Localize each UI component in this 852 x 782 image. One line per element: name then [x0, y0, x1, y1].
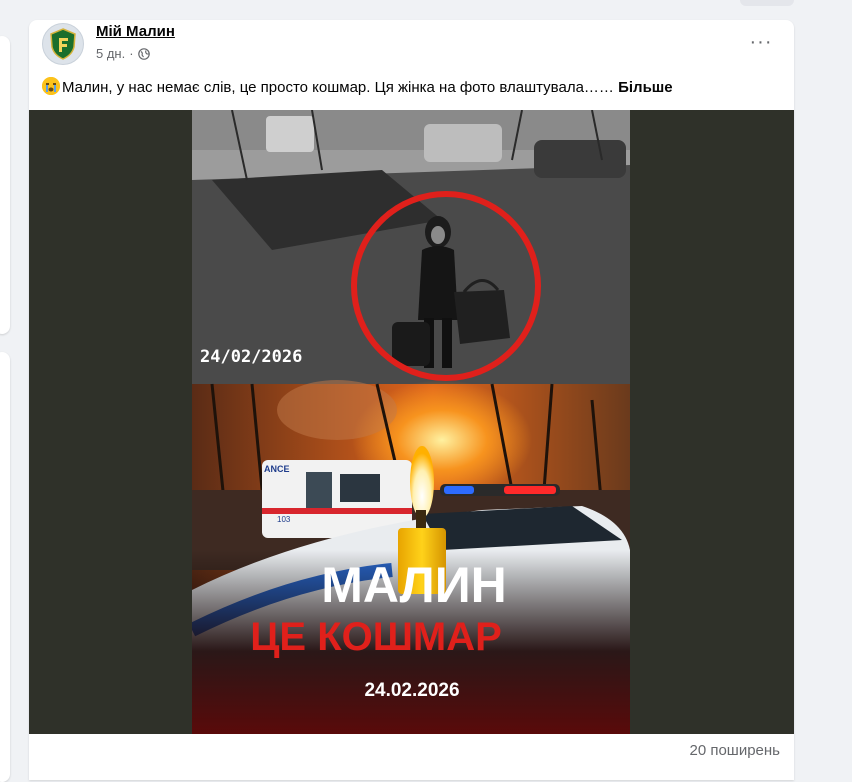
- left-card-edge: [0, 352, 10, 782]
- post-meta: 5 дн. ·: [96, 46, 150, 61]
- left-card-edge: [0, 36, 10, 334]
- shield-logo-icon: [50, 28, 76, 60]
- page-name-link[interactable]: Мій Малин: [96, 23, 175, 40]
- crying-face-emoji-icon: [42, 77, 60, 95]
- post-footer: 20 поширень: [29, 734, 794, 780]
- more-options-icon: ···: [749, 30, 773, 53]
- see-more-link[interactable]: Більше: [618, 79, 673, 96]
- cctv-photo: 24/02/2026: [192, 110, 630, 384]
- page-avatar[interactable]: [42, 23, 84, 65]
- poster-headline-line1: МАЛИН: [321, 557, 507, 613]
- post-text: Малин, у нас немає слів, це просто кошма…: [42, 77, 673, 96]
- top-strip: [0, 0, 852, 18]
- feed-post: Мій Малин 5 дн. · ··· Малин, у нас немає…: [29, 20, 794, 780]
- post-image[interactable]: 24/02/2026 АNCE 103 МАЛИН ЦЕ КОШМАР 24.0…: [192, 110, 630, 734]
- globe-icon: [137, 47, 150, 60]
- poster-headline-line2: ЦЕ КОШМАР: [250, 615, 502, 659]
- poster-date: 24.02.2026: [364, 680, 459, 701]
- post-image-area[interactable]: 24/02/2026 АNCE 103 МАЛИН ЦЕ КОШМАР 24.0…: [29, 110, 794, 734]
- post-time[interactable]: 5 дн.: [96, 46, 125, 61]
- more-options-button[interactable]: ···: [745, 26, 777, 58]
- top-button-edge[interactable]: [740, 0, 794, 6]
- post-body-text: Малин, у нас немає слів, це просто кошма…: [62, 79, 614, 96]
- poster-photo: АNCE 103 МАЛИН ЦЕ КОШМАР 24.02.2026: [192, 380, 630, 734]
- share-count-link[interactable]: 20 поширень: [689, 742, 780, 759]
- ambulance-number: 103: [277, 515, 291, 524]
- meta-separator: ·: [129, 46, 134, 61]
- cctv-timestamp: 24/02/2026: [200, 347, 302, 367]
- ambulance-text: АNCE: [264, 464, 290, 474]
